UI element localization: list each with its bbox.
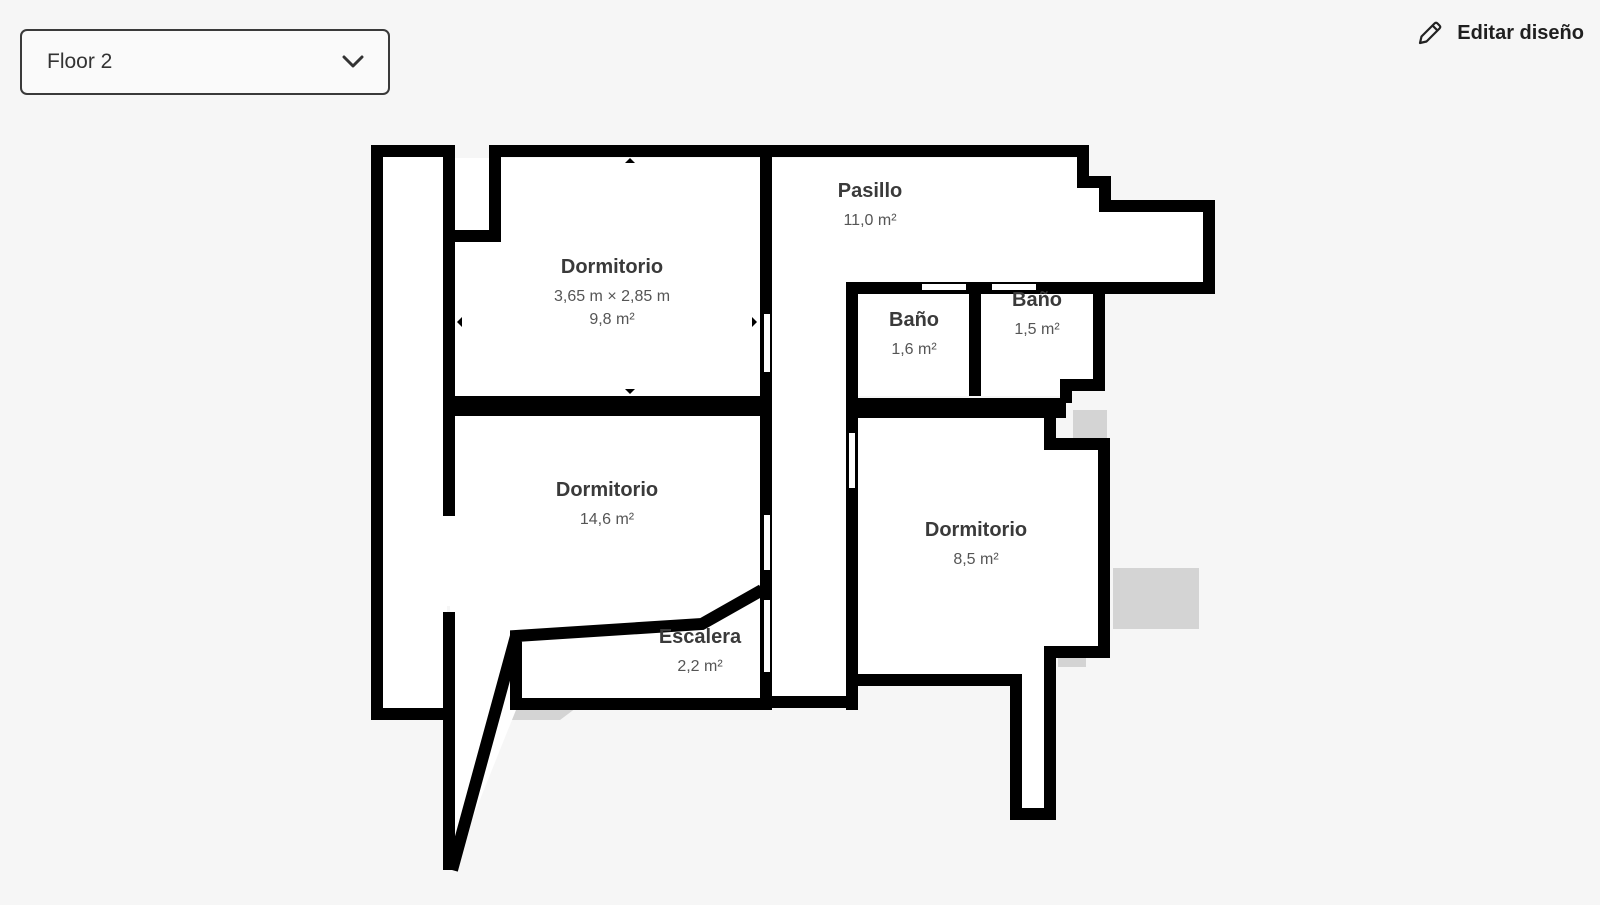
room-name: Dormitorio xyxy=(556,479,658,501)
room-area: 1,6 m² xyxy=(891,341,937,358)
room-name: Escalera xyxy=(659,626,742,648)
floor-plan: Dormitorio 3,65 m × 2,85 m 9,8 m² Pasill… xyxy=(371,145,1215,872)
room-dimensions: 3,65 m × 2,85 m xyxy=(554,288,670,305)
room-area: 14,6 m² xyxy=(580,511,635,528)
room-area: 8,5 m² xyxy=(953,551,999,568)
room-area: 9,8 m² xyxy=(589,311,635,328)
room-name: Dormitorio xyxy=(925,519,1027,541)
room-area: 2,2 m² xyxy=(677,658,723,675)
room-name: Baño xyxy=(889,309,939,331)
room-name: Dormitorio xyxy=(561,256,663,278)
room-area: 1,5 m² xyxy=(1014,321,1060,338)
floor-fill xyxy=(377,151,1207,862)
room-name: Baño xyxy=(1012,289,1062,311)
room-name: Pasillo xyxy=(838,180,902,202)
room-area: 11,0 m² xyxy=(843,212,897,229)
